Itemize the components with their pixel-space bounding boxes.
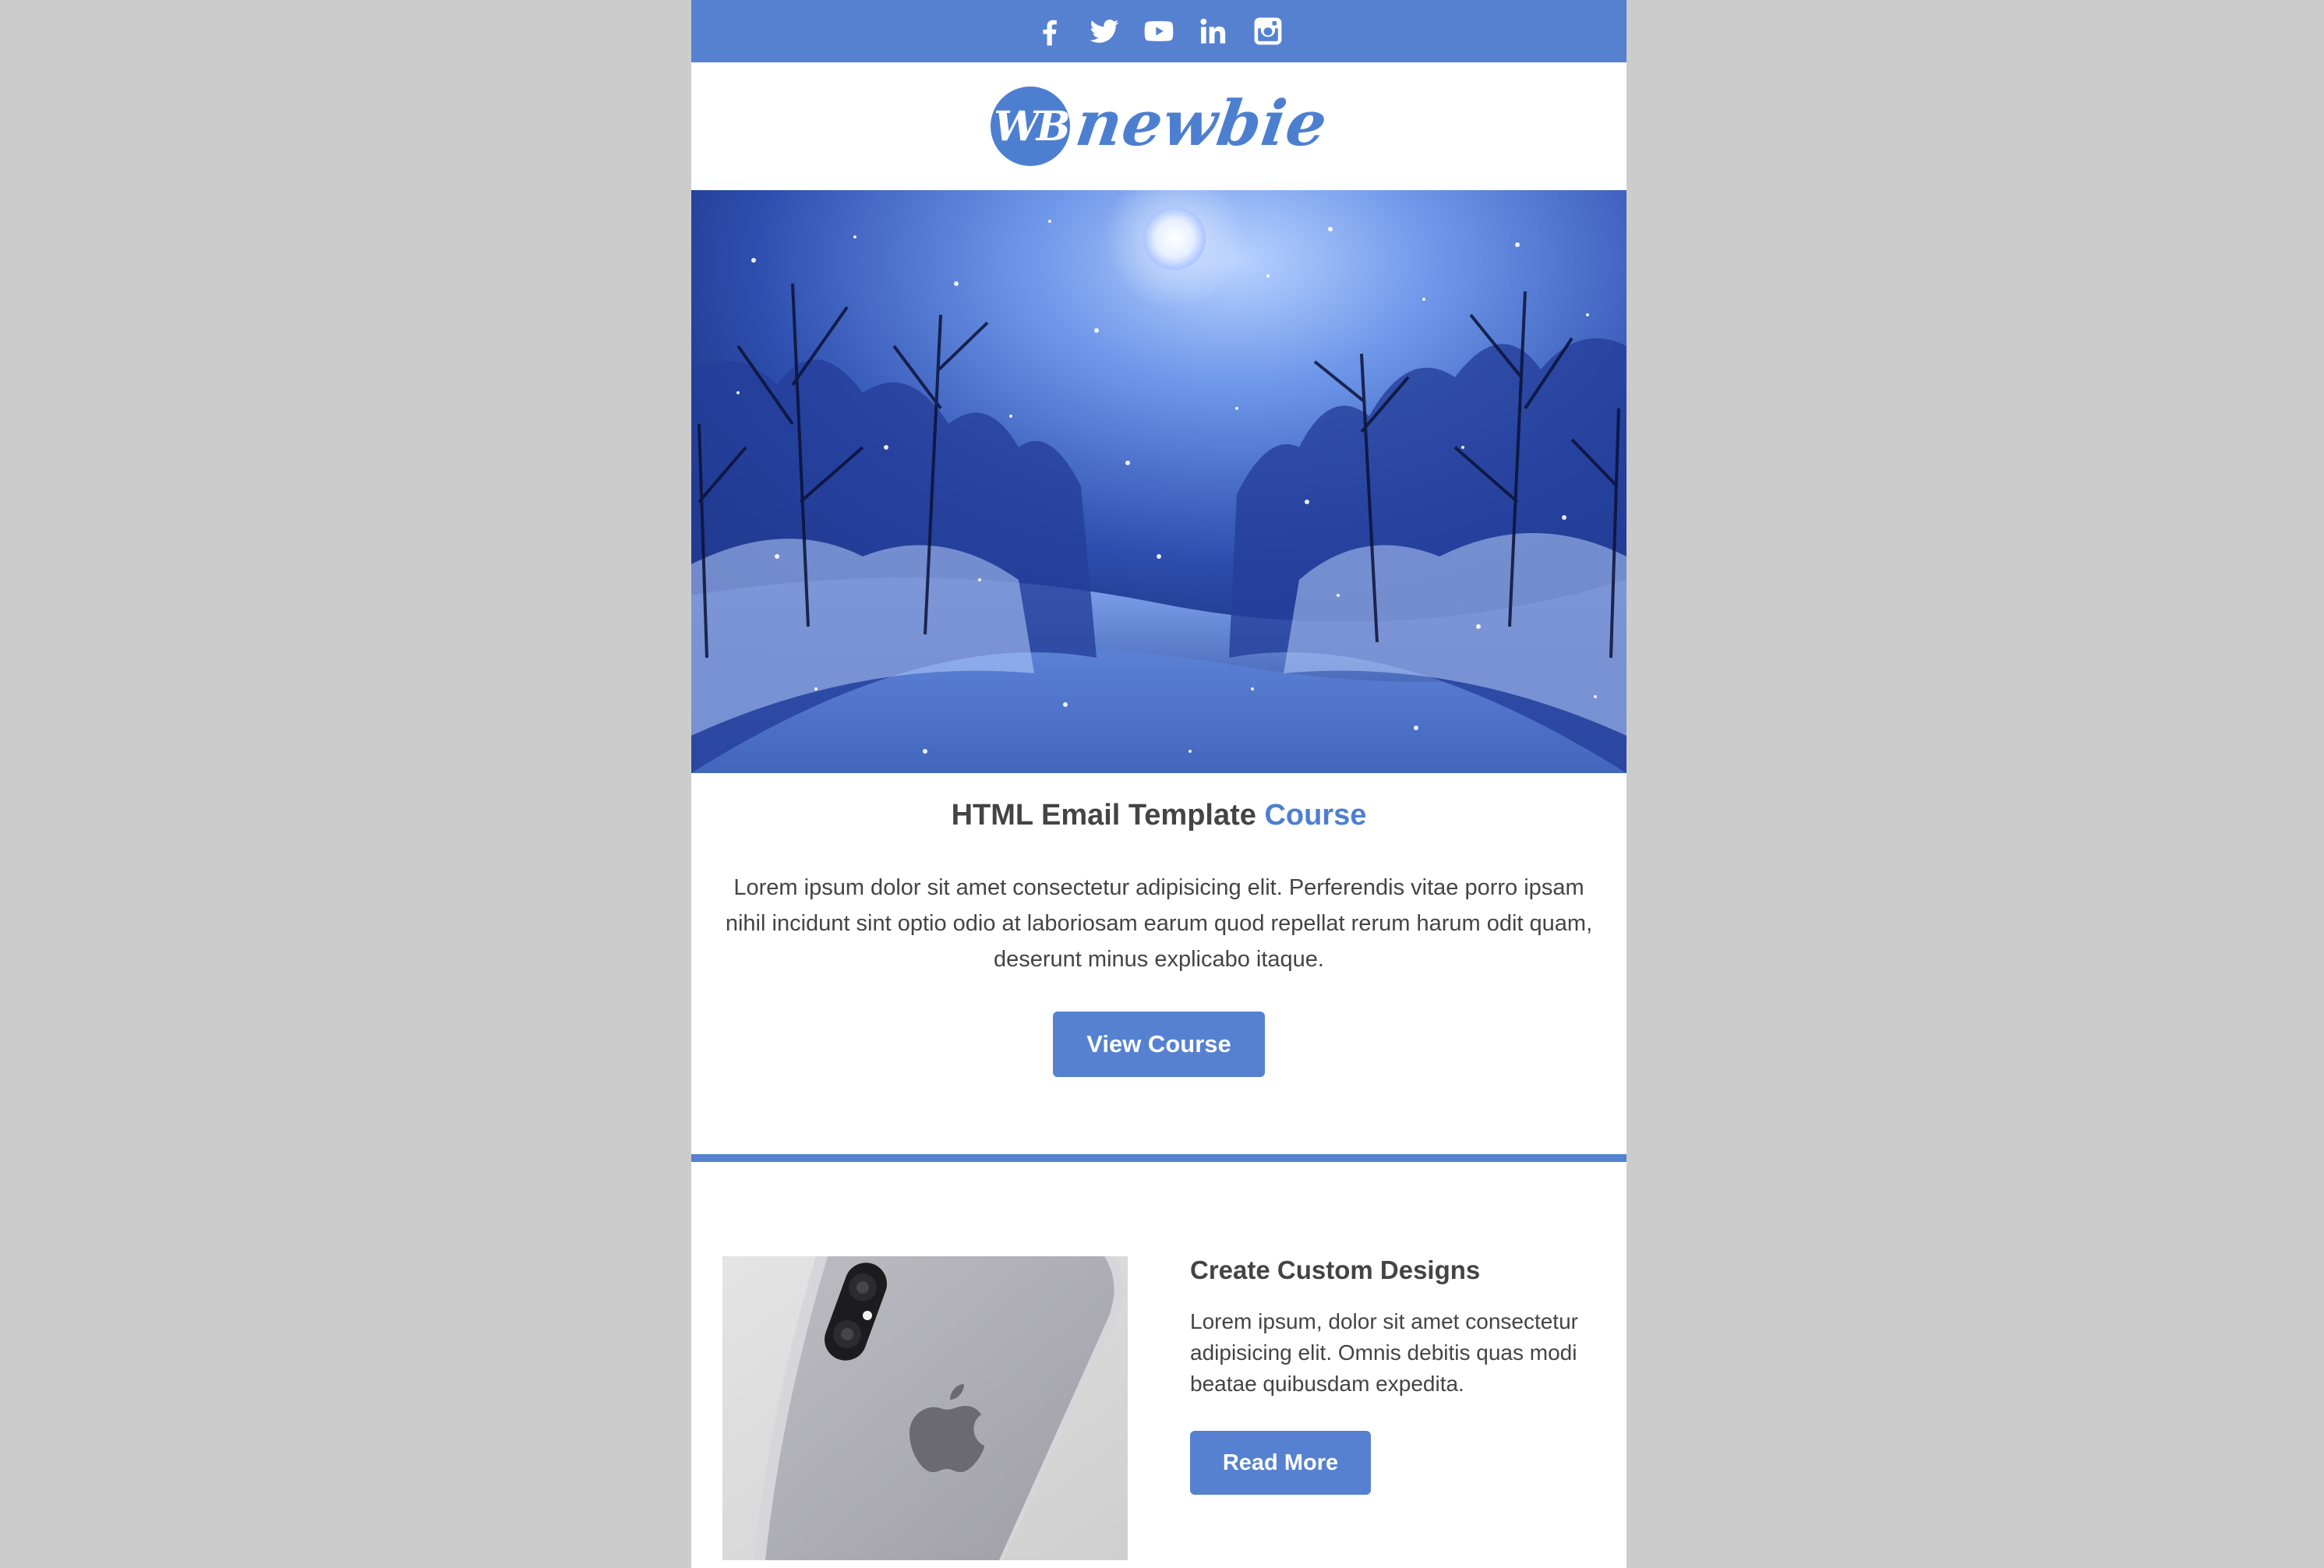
logo-text: newbie: [1072, 87, 1333, 160]
view-course-button[interactable]: View Course: [1053, 1012, 1265, 1077]
feature-title: Create Custom Designs: [1190, 1255, 1481, 1284]
twitter-link[interactable]: [1086, 12, 1123, 50]
section-divider: [691, 1154, 1626, 1162]
product-image: [722, 1256, 1128, 1560]
read-more-button[interactable]: Read More: [1190, 1431, 1371, 1495]
logo-row: WB newbie: [691, 62, 1626, 190]
headline-accent: Course: [1264, 799, 1367, 832]
hero-image: [691, 190, 1626, 773]
youtube-link[interactable]: [1140, 12, 1178, 50]
course-headline: HTML Email Template Course: [691, 792, 1626, 839]
social-bar: [691, 0, 1626, 62]
instagram-icon: [1254, 17, 1282, 45]
facebook-icon: [1043, 19, 1057, 46]
instagram-link[interactable]: [1249, 12, 1287, 50]
course-description: Lorem ipsum dolor sit amet consectetur a…: [725, 875, 1593, 972]
youtube-icon: [1144, 21, 1174, 41]
linkedin-link[interactable]: [1195, 12, 1232, 50]
linkedin-icon: [1200, 19, 1226, 44]
headline-main: HTML Email Template: [951, 799, 1265, 832]
newbie-logo[interactable]: WB newbie: [991, 87, 1333, 166]
logo-badge: WB: [991, 87, 1071, 166]
facebook-link[interactable]: [1031, 12, 1068, 50]
twitter-icon: [1090, 19, 1119, 43]
feature-content: Create Custom Designs Lorem ipsum, dolor…: [1190, 1250, 1595, 1495]
feature-description: Lorem ipsum, dolor sit amet consectetur …: [1190, 1309, 1578, 1396]
course-section: HTML Email Template Course Lorem ipsum d…: [691, 773, 1626, 1077]
email-template: WB newbie HTML Email Template Course Lor…: [691, 0, 1626, 1568]
